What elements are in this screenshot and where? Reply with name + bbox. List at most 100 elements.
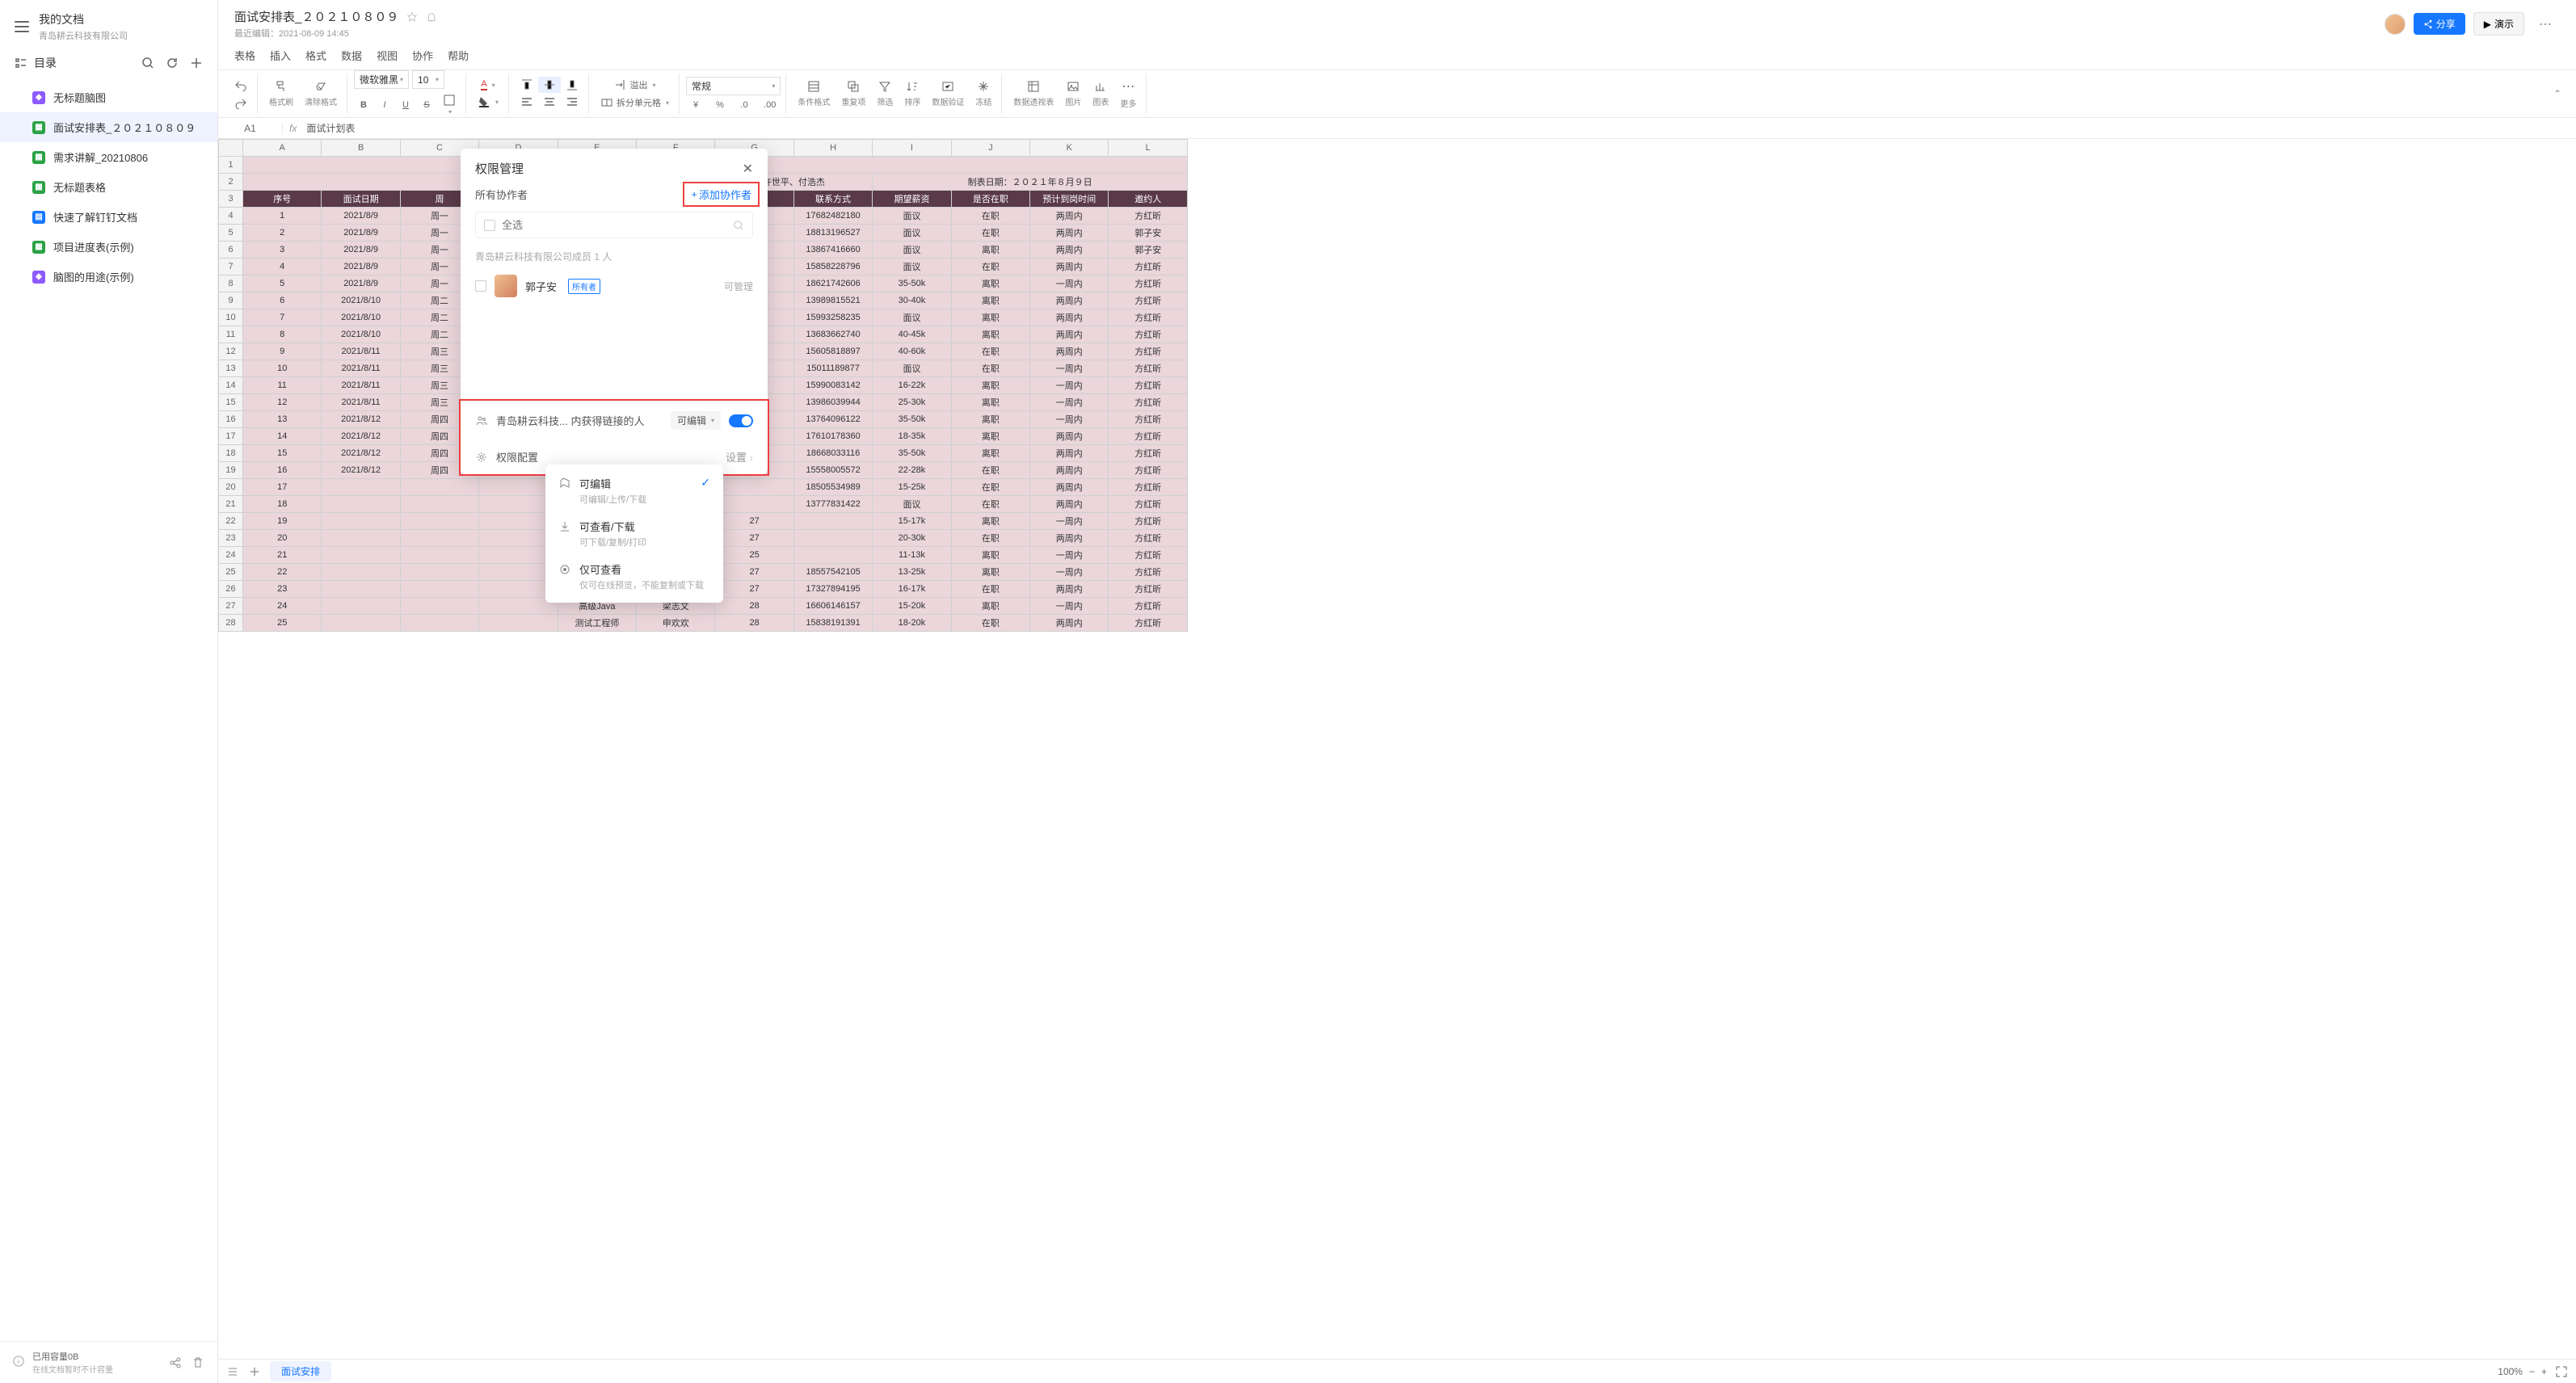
search-icon[interactable] (141, 57, 154, 69)
list-icon[interactable] (226, 1365, 239, 1378)
data-cell[interactable] (400, 564, 478, 581)
data-cell[interactable]: 27 (715, 581, 793, 598)
data-cell[interactable] (400, 496, 478, 513)
data-cell[interactable]: 两周内 (1030, 242, 1109, 259)
avatar[interactable] (2384, 14, 2406, 35)
row-header[interactable]: 16 (219, 411, 243, 428)
data-cell[interactable]: 在职 (951, 208, 1029, 225)
data-cell[interactable]: 2021/8/11 (322, 360, 400, 377)
table-header-cell[interactable]: 邀约人 (1109, 191, 1188, 208)
data-cell[interactable]: 2021/8/9 (322, 242, 400, 259)
data-cell[interactable]: 方红昕 (1109, 479, 1188, 496)
data-cell[interactable] (322, 479, 400, 496)
data-cell[interactable]: 方红昕 (1109, 360, 1188, 377)
data-cell[interactable]: 两周内 (1030, 479, 1109, 496)
data-cell[interactable]: 25 (243, 615, 322, 632)
data-cell[interactable]: 离职 (951, 564, 1029, 581)
data-cell[interactable] (715, 479, 793, 496)
data-cell[interactable]: 1 (243, 208, 322, 225)
freeze-button[interactable]: 冻结 (970, 78, 996, 109)
data-cell[interactable]: 2021/8/12 (322, 411, 400, 428)
collaborator-search[interactable] (475, 212, 753, 238)
present-button[interactable]: ▶ 演示 (2473, 12, 2524, 36)
data-cell[interactable]: 18505534989 (793, 479, 872, 496)
row-header[interactable]: 27 (219, 598, 243, 615)
data-cell[interactable]: 面议 (873, 242, 951, 259)
zoom-out-button[interactable]: − (2529, 1366, 2535, 1377)
data-cell[interactable]: 2021/8/10 (322, 326, 400, 343)
data-cell[interactable]: 方红昕 (1109, 581, 1188, 598)
data-cell[interactable]: 18668033116 (793, 445, 872, 462)
data-cell[interactable]: 两周内 (1030, 445, 1109, 462)
data-cell[interactable]: 方红昕 (1109, 309, 1188, 326)
collapse-toolbar-icon[interactable]: ⌃ (2545, 88, 2570, 99)
data-cell[interactable]: 25 (715, 547, 793, 564)
data-cell[interactable]: 面议 (873, 309, 951, 326)
data-cell[interactable]: 2021/8/10 (322, 309, 400, 326)
percent-button[interactable]: % (710, 99, 730, 111)
data-cell[interactable]: 两周内 (1030, 581, 1109, 598)
data-cell[interactable]: 方红昕 (1109, 377, 1188, 394)
data-cell[interactable]: 25-30k (873, 394, 951, 411)
data-cell[interactable]: 在职 (951, 530, 1029, 547)
data-cell[interactable]: 一周内 (1030, 411, 1109, 428)
data-cell[interactable]: 离职 (951, 428, 1029, 445)
col-header[interactable]: A (243, 140, 322, 157)
row-header[interactable]: 3 (219, 191, 243, 208)
bell-icon[interactable] (426, 11, 437, 23)
data-cell[interactable]: 方红昕 (1109, 394, 1188, 411)
data-cell[interactable]: 2021/8/9 (322, 259, 400, 275)
data-cell[interactable]: 两周内 (1030, 259, 1109, 275)
data-cell[interactable] (400, 581, 478, 598)
data-cell[interactable] (322, 496, 400, 513)
align-right-button[interactable] (561, 95, 583, 111)
format-painter-button[interactable]: 格式刷 (264, 78, 298, 109)
data-cell[interactable]: 2021/8/9 (322, 275, 400, 292)
row-header[interactable]: 22 (219, 513, 243, 530)
info-icon[interactable] (13, 1356, 24, 1369)
data-cell[interactable]: 2021/8/11 (322, 394, 400, 411)
data-cell[interactable] (793, 547, 872, 564)
data-cell[interactable]: 22 (243, 564, 322, 581)
data-cell[interactable]: 一周内 (1030, 394, 1109, 411)
align-left-button[interactable] (516, 95, 538, 111)
data-cell[interactable]: 2 (243, 225, 322, 242)
data-cell[interactable]: 13683662740 (793, 326, 872, 343)
row-header[interactable]: 7 (219, 259, 243, 275)
fullscreen-icon[interactable] (2555, 1365, 2568, 1378)
data-cell[interactable]: 方红昕 (1109, 428, 1188, 445)
data-cell[interactable]: 15858228796 (793, 259, 872, 275)
menu-item[interactable]: 格式 (305, 48, 326, 63)
refresh-icon[interactable] (166, 57, 179, 69)
data-cell[interactable] (793, 513, 872, 530)
data-cell[interactable] (400, 513, 478, 530)
doc-item[interactable]: ◆无标题脑图 (0, 82, 217, 112)
data-cell[interactable]: 18-20k (873, 615, 951, 632)
data-cell[interactable]: 27 (715, 564, 793, 581)
data-cell[interactable]: 8 (243, 326, 322, 343)
data-cell[interactable]: 方红昕 (1109, 326, 1188, 343)
data-cell[interactable] (400, 598, 478, 615)
data-cell[interactable]: 离职 (951, 513, 1029, 530)
data-cell[interactable]: 在职 (951, 615, 1029, 632)
data-cell[interactable]: 5 (243, 275, 322, 292)
col-header[interactable]: L (1109, 140, 1188, 157)
data-cell[interactable]: 28 (715, 598, 793, 615)
dropdown-item[interactable]: 可查看/下载可下载/复制/打印 (545, 512, 723, 555)
data-cell[interactable]: 方红昕 (1109, 445, 1188, 462)
strike-button[interactable]: S (417, 92, 436, 117)
chart-button[interactable]: 图表 (1088, 78, 1113, 109)
data-cell[interactable]: 两周内 (1030, 309, 1109, 326)
link-permission-select[interactable]: 可编辑▾ (671, 411, 721, 430)
select-all-checkbox[interactable] (484, 220, 495, 231)
row-header[interactable]: 25 (219, 564, 243, 581)
data-cell[interactable]: 两周内 (1030, 225, 1109, 242)
share-button[interactable]: 分享 (2414, 13, 2465, 35)
data-cell[interactable] (322, 581, 400, 598)
data-cell[interactable]: 方红昕 (1109, 275, 1188, 292)
data-cell[interactable]: 12 (243, 394, 322, 411)
underline-button[interactable]: U (396, 92, 415, 117)
data-cell[interactable]: 16-22k (873, 377, 951, 394)
data-cell[interactable]: 10 (243, 360, 322, 377)
data-cell[interactable]: 离职 (951, 242, 1029, 259)
